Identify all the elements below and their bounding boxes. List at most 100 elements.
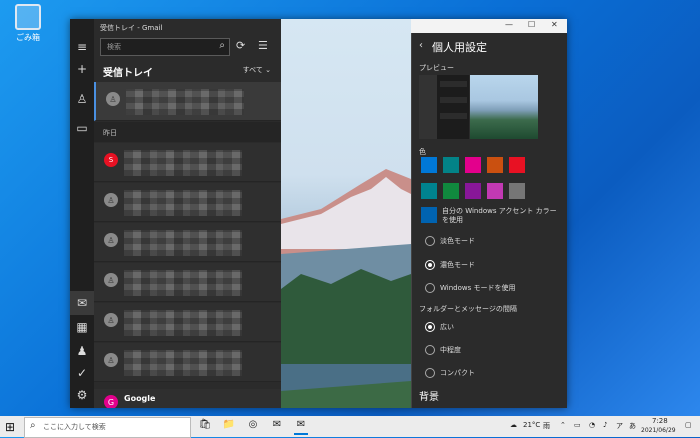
mail-taskbar-icon[interactable]: ✉ (270, 419, 284, 433)
maximize-button[interactable]: ☐ (528, 20, 535, 29)
spacing-radio-medium[interactable] (425, 345, 435, 355)
notification-icon[interactable]: ▢ (685, 421, 692, 429)
sync-icon[interactable]: ⟳ (236, 39, 245, 52)
spacing-radio-wide[interactable] (425, 322, 435, 332)
color-swatch[interactable] (443, 157, 459, 173)
search-input[interactable]: 検索 ⌕ (100, 38, 230, 56)
weather-condition-label: 雨 (543, 422, 550, 430)
recycle-bin-desktop-icon[interactable]: ごみ箱 (8, 4, 48, 43)
color-swatch[interactable] (443, 183, 459, 199)
ime-label[interactable]: あ (629, 421, 636, 431)
message-row[interactable]: ♙ (94, 263, 281, 302)
temperature-label[interactable]: 21°C (523, 421, 540, 429)
message-row[interactable]: ♙ (94, 223, 281, 262)
windows-start-icon[interactable]: ⊞ (5, 420, 15, 434)
tray-chevron-icon[interactable]: ⌃ (560, 421, 566, 429)
todo-icon[interactable]: ✓ (70, 361, 94, 385)
redacted-message-preview (126, 89, 244, 115)
spacing-option-label: 広い (440, 323, 454, 331)
theme-option-label: 濃色モード (440, 261, 475, 269)
message-row[interactable]: G Google (94, 389, 281, 408)
clock-date[interactable]: 2021/06/29 (641, 427, 676, 434)
avatar: ♙ (106, 92, 120, 106)
message-row[interactable]: ♙ (94, 343, 281, 382)
theme-radio-dark[interactable] (425, 260, 435, 270)
preview-row (440, 81, 467, 87)
title-bar: — ☐ ✕ (411, 19, 567, 33)
window-title: 受信トレイ - Gmail (100, 24, 163, 32)
redacted-message-preview (124, 230, 242, 256)
search-icon[interactable]: ⌕ (219, 40, 225, 51)
color-swatch[interactable] (421, 183, 437, 199)
hamburger-menu-icon[interactable]: ≡ (70, 35, 94, 59)
avatar: G (104, 395, 118, 408)
volume-icon[interactable]: ♪ (603, 421, 607, 429)
theme-preview-thumbnail (419, 75, 469, 139)
theme-option-label: 淡色モード (440, 237, 475, 245)
network-icon[interactable]: ▭ (574, 421, 581, 429)
mail-icon[interactable]: ✉ (70, 291, 94, 315)
filter-dropdown[interactable]: すべて ⌄ (243, 65, 271, 75)
mail-app-taskbar-icon[interactable]: ✉ (294, 419, 308, 435)
avatar: ♙ (104, 273, 118, 287)
people-icon[interactable]: ♟ (70, 339, 94, 363)
message-row[interactable]: ♙ (94, 183, 281, 222)
close-button[interactable]: ✕ (551, 20, 558, 29)
store-icon[interactable]: 🛍 (198, 419, 212, 433)
folders-icon[interactable]: ▭ (70, 116, 94, 140)
ime-mode-icon[interactable]: ア (616, 421, 623, 431)
message-row[interactable]: ♙ (94, 82, 283, 121)
taskbar-search-box[interactable]: ⌕ ここに入力して検索 (24, 417, 191, 438)
message-row[interactable]: S (94, 143, 281, 182)
redacted-message-preview (124, 310, 242, 336)
back-arrow-icon[interactable]: ‹ (419, 40, 423, 51)
color-swatch[interactable] (509, 183, 525, 199)
avatar: ♙ (104, 193, 118, 207)
background-section-heading: 背景 (419, 392, 439, 403)
spacing-option-label: コンパクト (440, 369, 475, 377)
spacing-label: フォルダーとメッセージの間隔 (419, 305, 517, 313)
redacted-message-preview (124, 350, 242, 376)
accounts-icon[interactable]: ♙ (70, 87, 94, 111)
new-mail-icon[interactable]: + (70, 57, 94, 81)
color-swatch[interactable] (487, 157, 503, 173)
preview-row (440, 113, 467, 119)
mail-app-window: ≡ + ♙ ▭ ✉ ▦ ♟ ✓ ⚙ 受信トレイ - Gmail 検索 ⌕ ⟳ ☰… (70, 19, 567, 408)
mountain-landscape-image (281, 169, 411, 408)
date-group-header: 昨日 (94, 122, 281, 142)
settings-gear-icon[interactable]: ⚙ (70, 383, 94, 407)
recycle-bin-icon (15, 4, 41, 30)
preview-nav-strip (419, 75, 437, 139)
recycle-bin-label: ごみ箱 (16, 33, 40, 42)
select-mode-icon[interactable]: ☰ (258, 39, 268, 52)
clock-time[interactable]: 7:28 (652, 417, 668, 425)
calendar-icon[interactable]: ▦ (70, 315, 94, 339)
weather-icon[interactable]: ☁ (510, 421, 517, 429)
color-swatch[interactable] (421, 157, 437, 173)
message-row[interactable]: ♙ (94, 303, 281, 342)
preview-row (440, 97, 467, 103)
theme-radio-light[interactable] (425, 236, 435, 246)
redacted-message-preview (124, 150, 242, 176)
pane-title: 個人用設定 (432, 41, 487, 54)
wifi-icon[interactable]: ◔ (589, 421, 595, 429)
minimize-button[interactable]: — (505, 20, 513, 29)
spacing-radio-compact[interactable] (425, 368, 435, 378)
theme-radio-windows[interactable] (425, 283, 435, 293)
search-icon: ⌕ (30, 420, 36, 431)
avatar: ♙ (104, 353, 118, 367)
message-list-pane: 受信トレイ - Gmail 検索 ⌕ ⟳ ☰ 受信トレイ すべて ⌄ ♙ 昨日 … (94, 19, 283, 408)
color-swatch[interactable] (421, 207, 437, 223)
avatar: S (104, 153, 118, 167)
avatar: ♙ (104, 313, 118, 327)
file-explorer-icon[interactable]: 📁 (222, 419, 236, 433)
redacted-message-preview (124, 270, 242, 296)
edge-browser-icon[interactable]: ◎ (246, 419, 260, 433)
color-swatch[interactable] (509, 157, 525, 173)
color-swatch[interactable] (465, 157, 481, 173)
search-placeholder: 検索 (107, 43, 121, 51)
color-swatch[interactable] (465, 183, 481, 199)
preview-label: プレビュー (419, 64, 454, 72)
color-swatch[interactable] (487, 183, 503, 199)
accent-color-option[interactable]: 自分の Windows アクセント カラーを使用 (442, 207, 562, 225)
